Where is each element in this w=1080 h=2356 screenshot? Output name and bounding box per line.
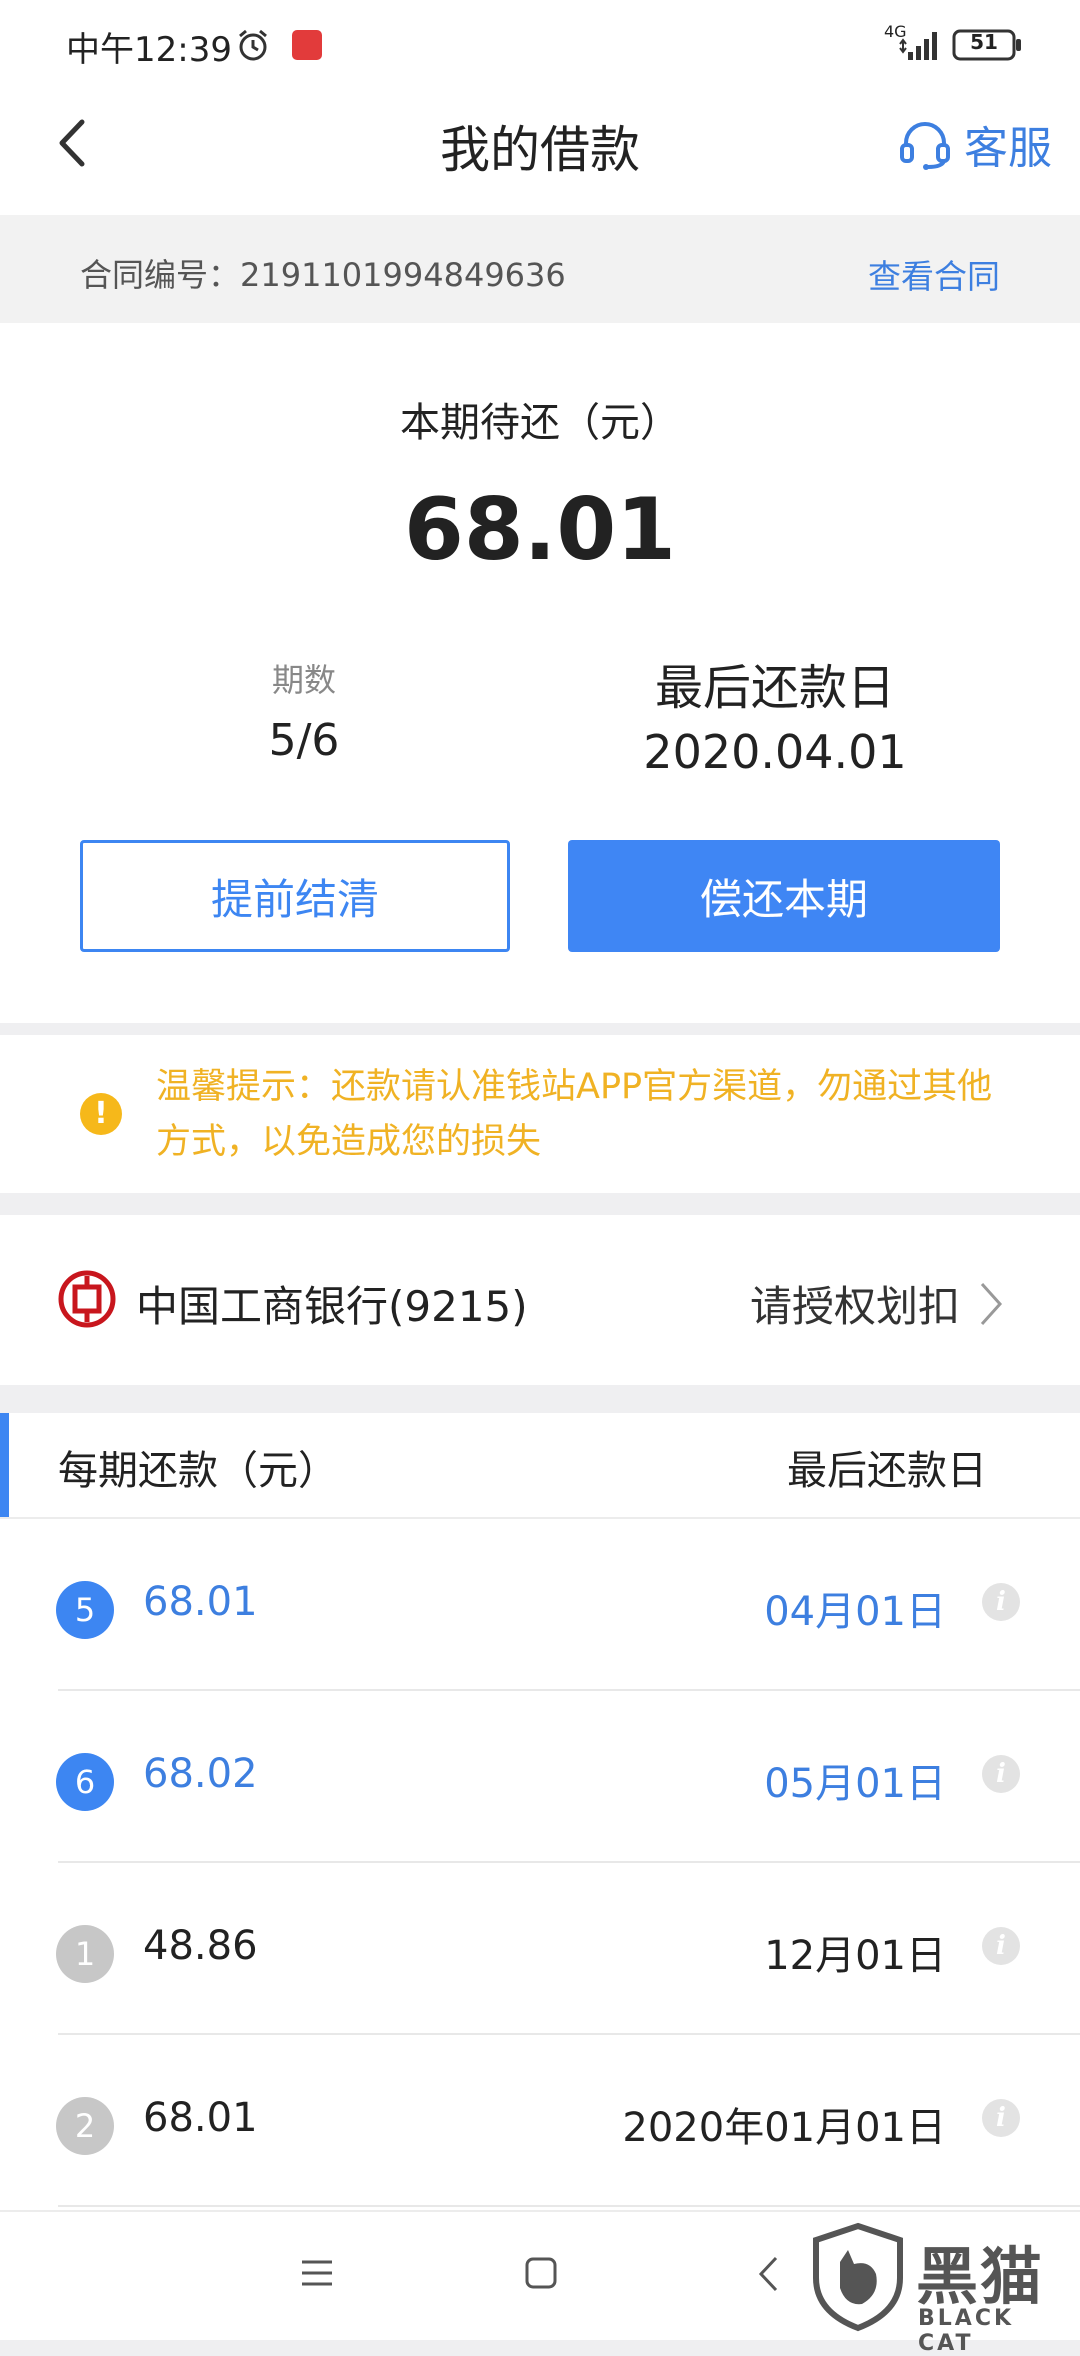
- installment-amount: 68.01: [143, 2095, 258, 2141]
- watermark-subtitle: BLACK CAT: [918, 2306, 1015, 2356]
- contract-number: 合同编号：2191101994849636: [80, 256, 566, 294]
- warning-tip-text: 温馨提示：还款请认准钱站APP官方渠道，勿通过其他方式，以免造成您的损失: [156, 1067, 993, 1162]
- exclamation-icon: !: [80, 1093, 122, 1135]
- chevron-right-icon: [980, 1282, 1003, 1326]
- section-accent-bar: [0, 1413, 9, 1518]
- periods-value: 5/6: [268, 715, 340, 766]
- due-amount-label: 本期待还（元）: [400, 400, 680, 446]
- bank-name: 中国工商银行(9215): [136, 1282, 528, 1331]
- installment-amount: 68.01: [143, 1579, 258, 1625]
- headset-icon: [900, 122, 950, 170]
- watermark-title: 黑猫: [916, 2240, 1045, 2313]
- app-notification-icon: [292, 30, 322, 60]
- due-amount: 68.01: [403, 480, 677, 580]
- info-icon[interactable]: i: [982, 1927, 1020, 1965]
- periods-label: 期数: [271, 661, 336, 699]
- installment-number-badge: 6: [56, 1753, 114, 1811]
- authorize-debit-link[interactable]: 请授权划扣: [750, 1273, 960, 1334]
- signal-icon: [899, 32, 937, 60]
- customer-service-label: 客服: [964, 123, 1052, 174]
- installment-number-badge: 2: [56, 2097, 114, 2155]
- alarm-icon: [239, 29, 267, 61]
- last-repay-date-value: 2020.04.01: [643, 725, 907, 779]
- black-cat-logo-icon: [813, 2222, 903, 2332]
- installment-date: 2020年01月01日: [622, 2105, 946, 2151]
- menu-icon[interactable]: [300, 2258, 334, 2288]
- installment-date: 12月01日: [764, 1933, 946, 1979]
- schedule-row[interactable]: 5 68.01 04月01日 i: [0, 1519, 1080, 1691]
- info-icon[interactable]: i: [982, 1583, 1020, 1621]
- installment-number-badge: 1: [56, 1925, 114, 1983]
- installment-date: 05月01日: [764, 1761, 946, 1807]
- schedule-row[interactable]: 6 68.02 05月01日 i: [0, 1691, 1080, 1863]
- installment-date: 04月01日: [764, 1589, 946, 1635]
- installment-number-badge: 5: [56, 1581, 114, 1639]
- view-contract-link[interactable]: 查看合同: [868, 250, 1000, 298]
- battery-level: 51: [970, 30, 998, 54]
- installment-amount: 48.86: [143, 1923, 258, 1969]
- info-icon[interactable]: i: [982, 1755, 1020, 1793]
- early-settle-button[interactable]: 提前结清: [80, 840, 510, 952]
- icbc-logo-icon: [58, 1270, 116, 1328]
- info-icon[interactable]: i: [982, 2099, 1020, 2137]
- last-repay-date-label: 最后还款日: [654, 660, 895, 716]
- schedule-header-amount: 每期还款（元）: [58, 1448, 338, 1494]
- customer-service-button[interactable]: 客服: [898, 112, 1052, 176]
- schedule-header-date: 最后还款日: [787, 1448, 987, 1494]
- status-time: 中午12:39: [66, 30, 232, 70]
- nav-back-icon[interactable]: [756, 2254, 780, 2294]
- schedule-row[interactable]: 1 48.86 12月01日 i: [0, 1863, 1080, 2035]
- schedule-row[interactable]: 2 68.01 2020年01月01日 i: [0, 2035, 1080, 2207]
- installment-amount: 68.02: [143, 1751, 258, 1797]
- repay-current-button[interactable]: 偿还本期: [568, 840, 1000, 952]
- home-square-icon[interactable]: [524, 2256, 558, 2290]
- row-divider: [58, 2205, 1080, 2207]
